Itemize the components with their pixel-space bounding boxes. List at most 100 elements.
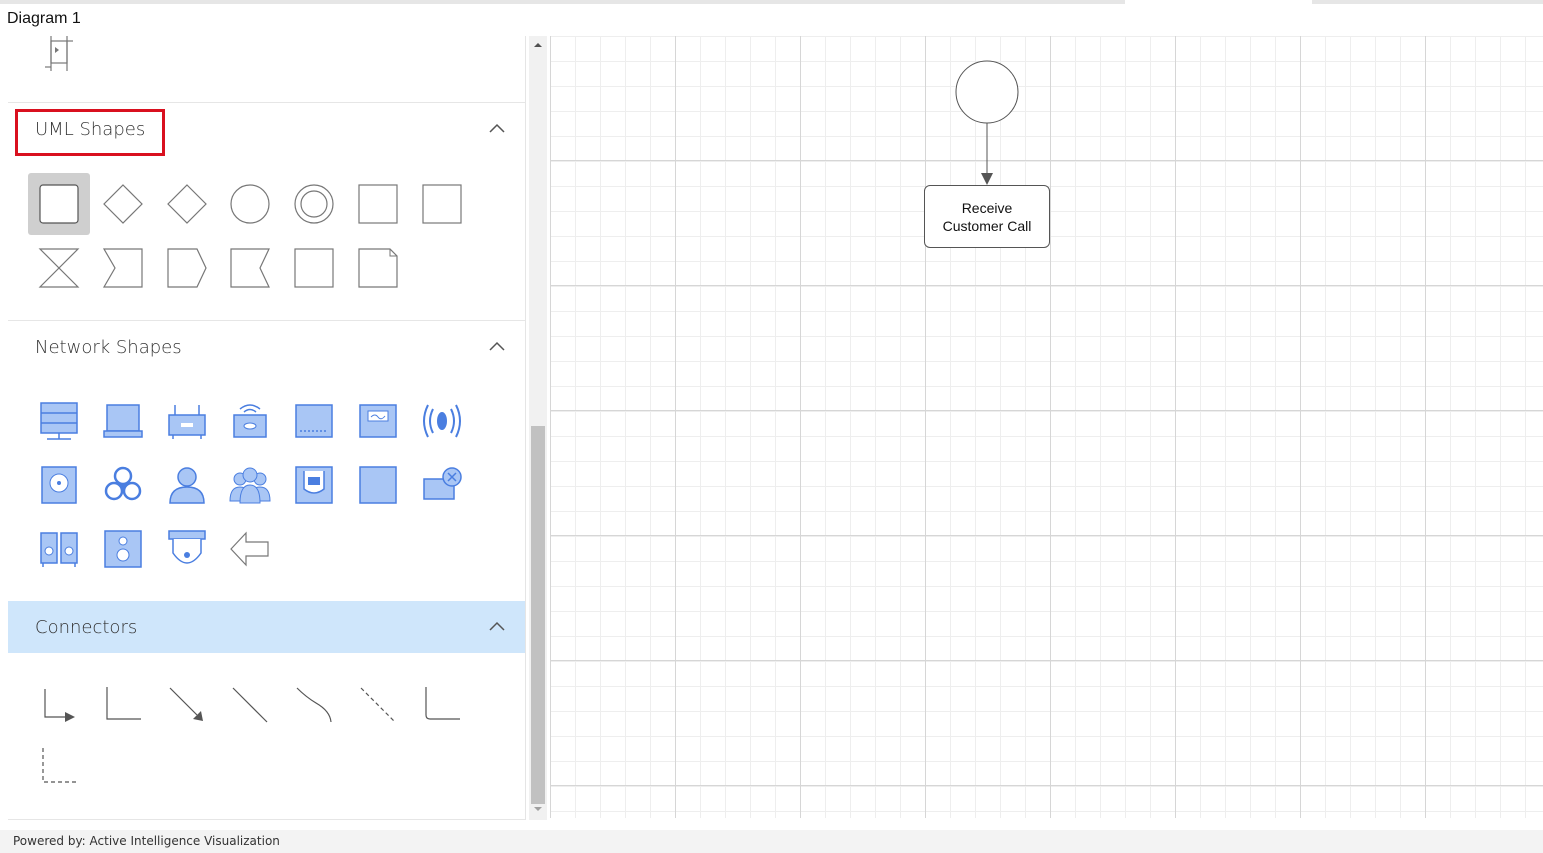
security-camera-icon bbox=[168, 530, 206, 564]
uml-initial-shape[interactable] bbox=[219, 173, 281, 235]
network-server-shape[interactable] bbox=[28, 390, 90, 452]
network-laptop-shape[interactable] bbox=[92, 390, 154, 452]
scroll-up-arrow-icon[interactable] bbox=[533, 40, 543, 50]
network-antenna-shape[interactable] bbox=[411, 390, 473, 452]
orthogonal-connector-icon bbox=[106, 687, 141, 720]
scroll-down-arrow-icon[interactable] bbox=[533, 804, 543, 814]
connectors-header[interactable]: Connectors bbox=[8, 601, 525, 653]
rounded-rect-icon bbox=[39, 184, 79, 224]
square-icon bbox=[358, 184, 398, 224]
network-speaker-shape[interactable] bbox=[92, 518, 154, 580]
network-speakers-shape[interactable] bbox=[28, 518, 90, 580]
connector-dashed[interactable] bbox=[347, 674, 409, 736]
device-error-icon bbox=[423, 467, 462, 500]
laptop-icon bbox=[103, 404, 143, 438]
connector-orthogonal-arrow[interactable] bbox=[28, 674, 90, 736]
top-strip bbox=[0, 0, 1543, 4]
speaker-icon bbox=[104, 530, 142, 568]
ports-shape-icon bbox=[45, 36, 73, 71]
secure-storage-icon bbox=[295, 466, 333, 504]
uml-final-shape[interactable] bbox=[283, 173, 345, 235]
dashed-orthogonal-connector-icon bbox=[42, 748, 77, 783]
connector-bezier[interactable] bbox=[283, 674, 345, 736]
uml-receive-signal-shape[interactable] bbox=[219, 237, 281, 299]
arrow-left-icon bbox=[230, 531, 269, 567]
network-monitor-shape[interactable] bbox=[347, 390, 409, 452]
uml-join-shape[interactable] bbox=[411, 173, 473, 235]
pentagon-icon bbox=[167, 248, 207, 288]
diagram-layer bbox=[955, 60, 1019, 185]
network-wireless-router-shape[interactable] bbox=[219, 390, 281, 452]
diamond-icon bbox=[167, 184, 207, 224]
connectors-label: Connectors bbox=[35, 617, 138, 638]
server-rack-icon bbox=[40, 402, 78, 440]
network-user-shape[interactable] bbox=[156, 454, 218, 516]
network-virus-shape[interactable] bbox=[92, 454, 154, 516]
symbol-palette: UML Shapes Network Shapes Connectors bbox=[8, 36, 526, 820]
node-label-line1: Receive bbox=[961, 199, 1013, 216]
switch-icon bbox=[295, 404, 333, 438]
circle-icon bbox=[230, 184, 270, 224]
double-circle-icon bbox=[294, 184, 334, 224]
hard-drive-icon bbox=[41, 466, 77, 504]
uml-object-shape[interactable] bbox=[283, 237, 345, 299]
divider bbox=[8, 819, 525, 820]
biohazard-icon bbox=[104, 466, 142, 501]
chevron-up-icon[interactable] bbox=[488, 339, 506, 353]
rounded-orthogonal-connector-icon bbox=[425, 687, 460, 720]
monitor-device-icon bbox=[359, 404, 397, 438]
dashed-connector-icon bbox=[360, 687, 396, 723]
network-firewall-shape[interactable] bbox=[283, 454, 345, 516]
uml-send-signal-shape[interactable] bbox=[156, 237, 218, 299]
chevron-shape-icon bbox=[102, 248, 143, 288]
chevron-up-icon[interactable] bbox=[488, 619, 506, 633]
square-icon bbox=[294, 248, 334, 288]
network-panel-shape[interactable] bbox=[347, 454, 409, 516]
activity-node-label: Receive Customer Call bbox=[943, 199, 1032, 235]
uml-decision-shape[interactable] bbox=[92, 173, 154, 235]
network-shapes-label: Network Shapes bbox=[35, 337, 182, 358]
node-label-line2: Customer Call bbox=[942, 217, 1032, 234]
connector-rounded-orthogonal[interactable] bbox=[411, 674, 473, 736]
note-icon bbox=[358, 248, 398, 288]
activity-node[interactable]: Receive Customer Call bbox=[924, 185, 1050, 248]
uml-shapes-label: UML Shapes bbox=[35, 119, 146, 140]
uml-accept-event-shape[interactable] bbox=[92, 237, 154, 299]
chevron-up-icon[interactable] bbox=[488, 121, 506, 135]
scrollbar-thumb[interactable] bbox=[531, 426, 545, 804]
palette-shape-ports[interactable] bbox=[28, 36, 90, 84]
powered-by-text: Powered by: Active Intelligence Visualiz… bbox=[13, 834, 280, 848]
diagram-title: Diagram 1 bbox=[7, 10, 81, 27]
diagram-canvas[interactable]: Receive Customer Call bbox=[550, 36, 1543, 818]
network-shapes-header[interactable]: Network Shapes bbox=[8, 321, 525, 373]
connector-straight[interactable] bbox=[219, 674, 281, 736]
network-left-arrow-shape[interactable] bbox=[219, 518, 281, 580]
connector-dashed-orthogonal[interactable] bbox=[28, 735, 90, 797]
connector-arrowhead bbox=[981, 173, 993, 185]
orthogonal-arrow-connector-icon bbox=[44, 689, 75, 722]
connector-orthogonal[interactable] bbox=[92, 674, 154, 736]
network-switch-shape[interactable] bbox=[283, 390, 345, 452]
network-router-shape[interactable] bbox=[156, 390, 218, 452]
users-group-icon bbox=[229, 467, 271, 504]
speakers-icon bbox=[40, 532, 78, 567]
network-users-shape[interactable] bbox=[219, 454, 281, 516]
hourglass-icon bbox=[38, 248, 80, 288]
wifi-router-icon bbox=[233, 404, 267, 438]
start-node-circle[interactable] bbox=[955, 60, 1019, 124]
network-disconnected-shape[interactable] bbox=[411, 454, 473, 516]
user-icon bbox=[169, 467, 205, 504]
uml-time-event-shape[interactable] bbox=[28, 237, 90, 299]
router-icon bbox=[168, 405, 206, 439]
uml-class-shape[interactable] bbox=[28, 173, 90, 235]
straight-connector-icon bbox=[232, 687, 268, 723]
network-hard-drive-shape[interactable] bbox=[28, 454, 90, 516]
uml-note-shape[interactable] bbox=[347, 237, 409, 299]
palette-scrollbar[interactable] bbox=[529, 36, 547, 820]
uml-merge-shape[interactable] bbox=[156, 173, 218, 235]
connector-straight-arrow[interactable] bbox=[156, 674, 218, 736]
uml-fork-shape[interactable] bbox=[347, 173, 409, 235]
panel-icon bbox=[359, 466, 397, 504]
network-camera-shape[interactable] bbox=[156, 518, 218, 580]
uml-shapes-header[interactable]: UML Shapes bbox=[8, 103, 525, 156]
